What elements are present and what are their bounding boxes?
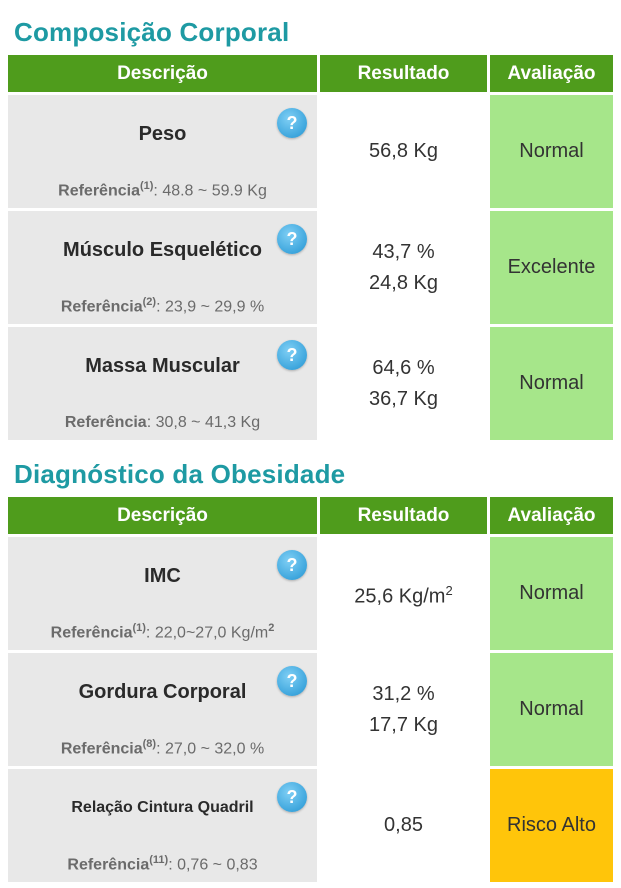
header-avaliacao: Avaliação — [490, 55, 613, 92]
reference-text: Referência(8): 27,0 ~ 32,0 % — [8, 738, 317, 758]
question-circle-icon[interactable]: ? — [277, 224, 307, 254]
reference-text: Referência: 30,8 ~ 41,3 Kg — [8, 414, 317, 432]
table-header-row: Descrição Resultado Avaliação — [8, 55, 613, 92]
evaluation-badge-alert: Risco Alto — [490, 769, 613, 882]
question-circle-icon[interactable]: ? — [277, 666, 307, 696]
result-value-kg: 36,7 Kg — [369, 387, 438, 410]
question-circle-icon[interactable]: ? — [277, 108, 307, 138]
table-row: Massa Muscular ? Referência: 30,8 ~ 41,3… — [8, 327, 613, 440]
metric-name: Músculo Esquelético — [63, 239, 262, 261]
reference-footnote: (1) — [132, 621, 146, 634]
reference-label: Referência — [50, 624, 133, 641]
question-circle-icon[interactable]: ? — [277, 782, 307, 812]
metric-name: IMC — [144, 565, 181, 587]
description-cell: Massa Muscular ? Referência: 30,8 ~ 41,3… — [8, 327, 317, 440]
reference-range: : 0,76 ~ 0,83 — [168, 856, 258, 873]
reference-text: Referência(1): 48.8 ~ 59.9 Kg — [8, 180, 317, 200]
metric-name: Peso — [138, 123, 187, 145]
result-value-kg: 17,7 Kg — [369, 713, 438, 736]
header-descricao: Descrição — [8, 497, 317, 534]
result-value-text: 25,6 Kg/m — [354, 585, 446, 608]
result-cell: 31,2 % 17,7 Kg — [320, 653, 487, 766]
reference-range: : 48.8 ~ 59.9 Kg — [153, 182, 267, 199]
reference-footnote: (2) — [142, 295, 157, 308]
header-descricao: Descrição — [8, 55, 317, 92]
reference-label: Referência — [58, 182, 140, 199]
question-circle-icon[interactable]: ? — [277, 340, 307, 370]
header-resultado: Resultado — [320, 55, 487, 92]
result-cell: 56,8 Kg — [320, 95, 487, 208]
obesity-diagnosis-table: Descrição Resultado Avaliação IMC ? Refe… — [5, 494, 616, 885]
result-value-kg: 24,8 Kg — [369, 271, 438, 294]
section-title-obesity-diagnosis: Diagnóstico da Obesidade — [14, 459, 346, 489]
section-title-body-composition: Composição Corporal — [14, 17, 290, 47]
reference-range: : 23,9 ~ 29,9 % — [156, 298, 265, 315]
result-unit-exponent: 2 — [445, 582, 453, 598]
description-cell: Gordura Corporal ? Referência(8): 27,0 ~… — [8, 653, 317, 766]
result-cell: 64,6 % 36,7 Kg — [320, 327, 487, 440]
reference-footnote: (1) — [139, 179, 154, 192]
table-header-row: Descrição Resultado Avaliação — [8, 497, 613, 534]
reference-text: Referência(1): 22,0~27,0 Kg/m2 — [8, 622, 317, 642]
reference-unit-exponent: 2 — [268, 621, 275, 634]
body-composition-table: Descrição Resultado Avaliação Peso ? Ref… — [5, 52, 616, 443]
reference-label: Referência — [67, 856, 150, 873]
table-row: Peso ? Referência(1): 48.8 ~ 59.9 Kg 56,… — [8, 95, 613, 208]
reference-label: Referência — [60, 740, 143, 757]
evaluation-badge: Normal — [490, 653, 613, 766]
result-cell: 43,7 % 24,8 Kg — [320, 211, 487, 324]
evaluation-badge: Normal — [490, 327, 613, 440]
description-cell: Peso ? Referência(1): 48.8 ~ 59.9 Kg — [8, 95, 317, 208]
result-value: 25,6 Kg/m2 — [320, 575, 487, 613]
reference-text: Referência(2): 23,9 ~ 29,9 % — [8, 296, 317, 316]
result-value-percent: 31,2 % — [372, 682, 435, 705]
reference-label: Referência — [60, 298, 143, 315]
reference-range: : 27,0 ~ 32,0 % — [156, 740, 265, 757]
description-cell: Relação Cintura Quadril ? Referência(11)… — [8, 769, 317, 882]
table-row: Relação Cintura Quadril ? Referência(11)… — [8, 769, 613, 882]
result-value: 0,85 — [384, 814, 423, 836]
result-value: 56,8 Kg — [369, 140, 438, 162]
question-circle-icon[interactable]: ? — [277, 550, 307, 580]
metric-name: Massa Muscular — [85, 355, 240, 377]
reference-footnote: (8) — [142, 737, 157, 750]
reference-range: : 22,0~27,0 Kg/m — [145, 624, 269, 641]
header-avaliacao: Avaliação — [490, 497, 613, 534]
evaluation-badge: Normal — [490, 537, 613, 650]
table-row: IMC ? Referência(1): 22,0~27,0 Kg/m2 25,… — [8, 537, 613, 650]
description-cell: IMC ? Referência(1): 22,0~27,0 Kg/m2 — [8, 537, 317, 650]
table-row: Gordura Corporal ? Referência(8): 27,0 ~… — [8, 653, 613, 766]
evaluation-badge: Excelente — [490, 211, 613, 324]
result-value-percent: 43,7 % — [372, 240, 435, 263]
evaluation-badge: Normal — [490, 95, 613, 208]
result-cell: 0,85 — [320, 769, 487, 882]
reference-range: : 30,8 ~ 41,3 Kg — [146, 414, 261, 431]
header-resultado: Resultado — [320, 497, 487, 534]
description-cell: Músculo Esquelético ? Referência(2): 23,… — [8, 211, 317, 324]
metric-name: Relação Cintura Quadril — [71, 799, 254, 816]
result-cell: 25,6 Kg/m2 — [320, 537, 487, 650]
reference-label: Referência — [64, 414, 147, 431]
table-row: Músculo Esquelético ? Referência(2): 23,… — [8, 211, 613, 324]
result-value-percent: 64,6 % — [372, 356, 435, 379]
metric-name: Gordura Corporal — [78, 681, 247, 703]
top-edge — [0, 0, 621, 6]
reference-text: Referência(11): 0,76 ~ 0,83 — [8, 854, 317, 874]
reference-footnote: (11) — [149, 853, 169, 866]
